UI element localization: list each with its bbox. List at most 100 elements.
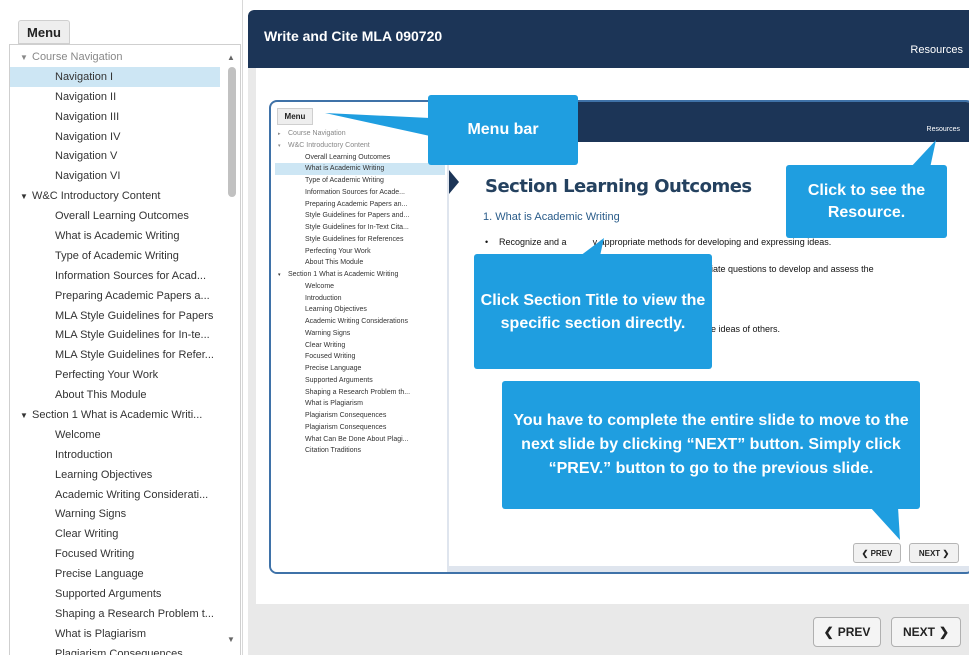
menu-item[interactable]: Welcome (10, 425, 220, 445)
screenshot-menu-item: Type of Academic Writing (275, 175, 445, 187)
menu-item[interactable]: Navigation III (10, 107, 220, 127)
collapse-triangle-icon[interactable]: ▼ (20, 406, 32, 425)
menu-item[interactable]: Focused Writing (10, 544, 220, 564)
menu-item[interactable]: Learning Objectives (10, 465, 220, 485)
screenshot-menu-item-label: Focused Writing (305, 353, 356, 361)
menu-item-label: Type of Academic Writing (55, 249, 179, 262)
resources-link[interactable]: Resources (910, 44, 963, 56)
menu-section[interactable]: ▼ Course Navigation (10, 47, 220, 67)
screenshot-menu-item: Welcome (275, 281, 445, 293)
menu-item-label: Preparing Academic Papers a... (55, 289, 210, 302)
screenshot-prev-button: ❮ PREV (853, 543, 901, 563)
screenshot-menu-item: Focused Writing (275, 351, 445, 363)
menu-section[interactable]: ▼ Section 1 What is Academic Writi... (10, 405, 220, 425)
callout-menu-bar: Menu bar (428, 95, 578, 165)
menu-item-label: MLA Style Guidelines for In-te... (55, 329, 210, 342)
next-button[interactable]: NEXT ❯ (891, 617, 961, 647)
menu-item[interactable]: MLA Style Guidelines for Papers (10, 306, 220, 326)
screenshot-menu-item-label: Learning Objectives (305, 306, 367, 314)
menu-section[interactable]: ▼ W&C Introductory Content (10, 186, 220, 206)
callout-section-title: Click Section Title to view the specific… (474, 254, 712, 369)
menu-item[interactable]: Navigation IV (10, 127, 220, 147)
menu-item-label: Supported Arguments (55, 588, 162, 601)
menu-item[interactable]: Supported Arguments (10, 584, 220, 604)
callout-resource: Click to see the Resource. (786, 165, 947, 238)
menu-item[interactable]: Plagiarism Consequences (10, 644, 220, 655)
screenshot-menu-item: About This Module (275, 257, 445, 269)
screenshot-menu-item-label: Preparing Academic Papers an... (305, 200, 408, 208)
callout-navigation: You have to complete the entire slide to… (502, 381, 920, 509)
menu-item-label: Introduction (55, 448, 113, 461)
screenshot-menu-item-label: Section 1 What is Academic Writing (288, 271, 399, 278)
bullet-dot-icon: • (485, 237, 489, 247)
prev-label: PREV (837, 625, 871, 639)
menu-item[interactable]: About This Module (10, 385, 220, 405)
menu-item[interactable]: Shaping a Research Problem t... (10, 604, 220, 624)
menu-item[interactable]: Precise Language (10, 564, 220, 584)
scroll-down-icon[interactable]: ▼ (227, 635, 235, 644)
menu-item[interactable]: Navigation V (10, 146, 220, 166)
menu-item[interactable]: What is Plagiarism (10, 624, 220, 644)
menu-item[interactable]: Navigation I (10, 66, 220, 87)
menu-item[interactable]: Type of Academic Writing (10, 246, 220, 266)
scroll-thumb[interactable] (228, 67, 236, 197)
screenshot-menu-item: Style Guidelines for In-Text Cita... (275, 222, 445, 234)
menu-item[interactable]: Warning Signs (10, 504, 220, 524)
menu-item-label: Navigation I (55, 70, 114, 83)
menu-item[interactable]: Overall Learning Outcomes (10, 206, 220, 226)
menu-tab[interactable]: Menu (18, 20, 70, 44)
menu-item-label: Navigation II (55, 90, 117, 103)
menu-item-label: Precise Language (55, 568, 144, 581)
screenshot-slide-title: Section Learning Outcomes (485, 176, 752, 197)
screenshot-menu-item: Style Guidelines for References (275, 234, 445, 246)
collapse-triangle-icon[interactable]: ▼ (20, 187, 32, 206)
screenshot-menu-item: What is Plagiarism (275, 398, 445, 410)
screenshot-menu-item-label: Style Guidelines for Papers and... (305, 212, 410, 220)
screenshot-menu-item-label: Precise Language (305, 365, 362, 372)
collapse-triangle-icon[interactable]: ▼ (20, 48, 32, 67)
screenshot-menu-section: ▾ W&C Introductory Content (275, 140, 445, 152)
prev-button[interactable]: ❮ PREV (813, 617, 881, 647)
menu-item[interactable]: Information Sources for Acad... (10, 266, 220, 286)
screenshot-menu-item: Plagiarism Consequences (275, 410, 445, 422)
menu-item-label: Welcome (55, 428, 101, 441)
screenshot-menu-item-label: What Can Be Done About Plagi... (305, 435, 409, 443)
menu-item[interactable]: Navigation VI (10, 166, 220, 186)
screenshot-menu-list: ▸ Course Navigation ▾ W&C Introductory Cont… (275, 128, 445, 457)
menu-item-label: Navigation VI (55, 170, 121, 183)
screenshot-menu-item-label: Plagiarism Consequences (305, 412, 387, 419)
menu-item[interactable]: Clear Writing (10, 524, 220, 544)
header: Write and Cite MLA 090720 Resources (248, 10, 969, 68)
screenshot-menu-item-label: Shaping a Research Problem th... (305, 388, 411, 396)
menu-item[interactable]: Navigation II (10, 87, 220, 107)
menu-item-label: About This Module (55, 389, 147, 402)
chevron-left-icon: ❮ (861, 548, 869, 558)
chevron-left-icon: ❮ (823, 625, 834, 639)
screenshot-menu-item: Preparing Academic Papers an... (275, 199, 445, 211)
menu-scrollbar[interactable]: ▲ ▼ (226, 49, 238, 652)
menu-item-label: Perfecting Your Work (55, 369, 159, 382)
menu-item[interactable]: What is Academic Writing (10, 226, 220, 246)
menu-item-label: Clear Writing (55, 528, 119, 541)
next-label: NEXT (902, 625, 935, 639)
menu-item[interactable]: MLA Style Guidelines for In-te... (10, 325, 220, 345)
menu-item-label: Overall Learning Outcomes (55, 210, 189, 223)
menu-item[interactable]: Academic Writing Considerati... (10, 485, 220, 505)
menu-item[interactable]: MLA Style Guidelines for Refer... (10, 345, 220, 365)
screenshot-menu-item-label: Overall Learning Outcomes (305, 153, 391, 161)
menu-item[interactable]: Perfecting Your Work (10, 365, 220, 385)
course-title: Write and Cite MLA 090720 (264, 28, 443, 44)
screenshot-menu-item: What is Academic Writing (275, 163, 445, 175)
screenshot-menu-item: Style Guidelines for Papers and... (275, 210, 445, 222)
menu-item-label: MLA Style Guidelines for Papers (55, 309, 214, 322)
scroll-up-icon[interactable]: ▲ (227, 53, 235, 62)
screenshot-menu: Menu ▸ Course Navigation ▾ W&C Introductory… (271, 102, 447, 572)
menu-item[interactable]: Preparing Academic Papers a... (10, 286, 220, 306)
bullet-text: y appropriate methods for developing and… (592, 237, 832, 247)
screenshot-menu-item-label: Introduction (305, 294, 342, 302)
screenshot-menu-item: Supported Arguments (275, 375, 445, 387)
screenshot-menu-item-label: Supported Arguments (305, 376, 373, 384)
menu-item[interactable]: Introduction (10, 445, 220, 465)
screenshot-menu-item: Shaping a Research Problem th... (275, 387, 445, 399)
screenshot-menu-item-label: Plagiarism Consequences (305, 423, 387, 431)
